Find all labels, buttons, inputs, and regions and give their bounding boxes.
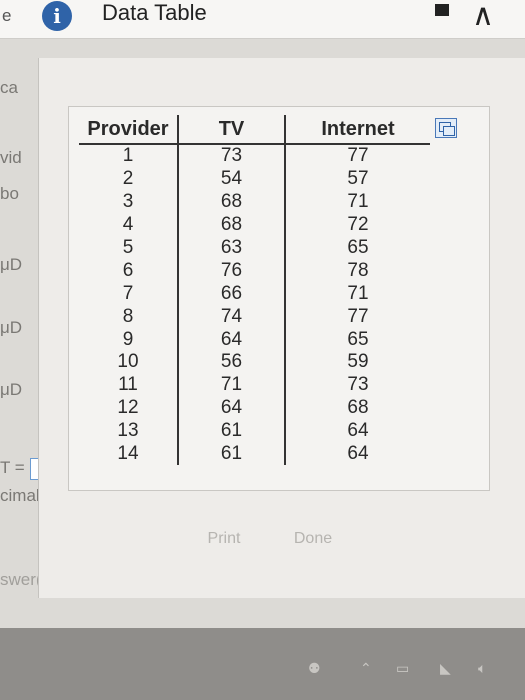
table-header-row: Provider TV Internet <box>79 115 430 145</box>
cell-provider: 5 <box>79 236 179 260</box>
cell-tv: 54 <box>178 167 286 191</box>
cell-internet: 73 <box>347 374 369 396</box>
cell-tv: 64 <box>178 328 286 352</box>
table-row: 8 74 77 <box>79 305 430 329</box>
volume-icon[interactable]: 🔈︎ <box>478 660 486 677</box>
cell-internet: 65 <box>347 328 369 350</box>
cell-provider: 2 <box>79 167 179 191</box>
cell-provider: 14 <box>79 442 179 466</box>
table-row: 10 56 59 <box>79 351 430 374</box>
bg-fragment: bo <box>0 184 19 203</box>
bg-fragment: μD <box>0 318 23 337</box>
people-icon[interactable]: ⚉ <box>308 660 321 677</box>
print-button[interactable]: Print <box>188 523 260 553</box>
cell-tv: 63 <box>178 236 286 260</box>
cell-tv: 76 <box>178 259 286 283</box>
cell-provider: 10 <box>79 351 179 374</box>
cell-tv: 68 <box>178 213 286 237</box>
table-row: 12 64 68 <box>79 396 430 420</box>
table-row: 1 73 77 <box>79 144 430 168</box>
cell-tv: 74 <box>178 305 286 329</box>
info-icon: i <box>42 1 72 31</box>
cell-internet: 71 <box>347 191 369 213</box>
table-row: 13 61 64 <box>79 419 430 443</box>
cell-tv: 68 <box>178 190 286 214</box>
bg-fragment: μD <box>0 255 23 274</box>
cell-tv: 56 <box>178 351 286 374</box>
bg-fragment: T = <box>0 458 25 477</box>
chevron-up-icon[interactable]: ∧ <box>472 0 494 33</box>
cell-internet: 78 <box>347 259 369 281</box>
cell-internet: 59 <box>347 351 369 373</box>
table-row: 9 64 65 <box>79 328 430 352</box>
table-row: 2 54 57 <box>79 167 430 191</box>
column-header-provider: Provider <box>79 115 179 145</box>
cell-provider: 8 <box>79 305 179 329</box>
minimize-icon[interactable] <box>435 4 449 16</box>
copy-icon[interactable] <box>435 118 457 138</box>
cell-provider: 3 <box>79 190 179 214</box>
cell-provider: 6 <box>79 259 179 283</box>
dialog-title: Data Table <box>102 0 207 25</box>
bg-fragment: μD <box>0 380 23 399</box>
bg-fragment: cimal <box>0 486 40 505</box>
column-header-tv: TV <box>178 115 286 145</box>
cell-tv: 71 <box>178 373 286 397</box>
cell-internet: 77 <box>347 305 369 327</box>
table-row: 5 63 65 <box>79 236 430 260</box>
cell-internet: 77 <box>347 145 369 167</box>
battery-icon[interactable]: ▭ <box>396 660 409 677</box>
cell-provider: 7 <box>79 282 179 306</box>
cell-internet: 65 <box>347 237 369 258</box>
done-button[interactable]: Done <box>277 523 349 553</box>
bg-fragment: e <box>2 6 12 25</box>
table-container: Provider TV Internet 1 73 77 2 54 57 3 68 71 4 68 7… <box>68 106 490 491</box>
cell-internet: 72 <box>347 214 369 236</box>
cell-tv: 61 <box>178 442 286 466</box>
column-header-internet: Internet <box>285 115 430 145</box>
table-row: 11 71 73 <box>79 373 430 397</box>
cell-tv: 64 <box>178 396 286 420</box>
wifi-icon[interactable]: ◣ <box>440 660 451 677</box>
table-body: 1 73 77 2 54 57 3 68 71 4 68 72 5 63 65 6 76 78 7 66 71 8 74 77… <box>79 144 430 466</box>
cell-provider: 9 <box>79 328 179 352</box>
cell-internet: 71 <box>347 282 369 304</box>
cell-provider: 1 <box>79 144 179 168</box>
cell-internet: 57 <box>347 168 369 190</box>
bg-fragment: ca <box>0 78 18 97</box>
cell-internet: 64 <box>347 443 369 465</box>
cell-provider: 11 <box>79 373 179 397</box>
chevron-up-icon[interactable]: ⌃ <box>360 660 372 677</box>
bg-fragment: vid <box>0 148 22 167</box>
title-bar: e i Data Table ∧ <box>0 0 525 39</box>
cell-tv: 73 <box>178 144 286 168</box>
data-table: Provider TV Internet 1 73 77 2 54 57 3 68 71 4 68 7… <box>79 115 430 466</box>
table-row: 6 76 78 <box>79 259 430 283</box>
cell-internet: 68 <box>347 397 369 419</box>
cell-provider: 12 <box>79 396 179 420</box>
table-row: 7 66 71 <box>79 282 430 306</box>
cell-tv: 61 <box>178 419 286 443</box>
cell-internet: 64 <box>347 420 369 442</box>
table-row: 4 68 72 <box>79 213 430 237</box>
table-row: 3 68 71 <box>79 190 430 214</box>
cell-provider: 13 <box>79 419 179 443</box>
cell-provider: 4 <box>79 213 179 237</box>
cell-tv: 66 <box>178 282 286 306</box>
table-row: 14 61 64 <box>79 442 430 466</box>
